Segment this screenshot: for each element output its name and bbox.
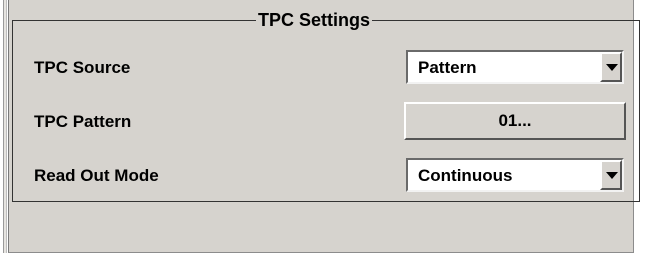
tpc-pattern-label: TPC Pattern: [34, 112, 132, 131]
read-out-mode-value: Continuous: [418, 166, 513, 185]
tpc-source-label: TPC Source: [34, 58, 131, 77]
tpc-pattern-button[interactable]: 01...: [404, 102, 626, 140]
dialog-frame: TPC Settings TPC Source Pattern TPC Patt…: [0, 0, 648, 255]
group-title: TPC Settings: [256, 10, 373, 30]
chevron-down-icon[interactable]: [600, 52, 622, 82]
read-out-mode-label: Read Out Mode: [34, 166, 159, 185]
read-out-mode-select[interactable]: Continuous: [406, 158, 624, 192]
panel-edge: [3, 0, 7, 253]
tpc-source-value: Pattern: [418, 58, 477, 77]
tpc-source-select[interactable]: Pattern: [406, 50, 624, 84]
chevron-down-icon[interactable]: [600, 160, 622, 190]
